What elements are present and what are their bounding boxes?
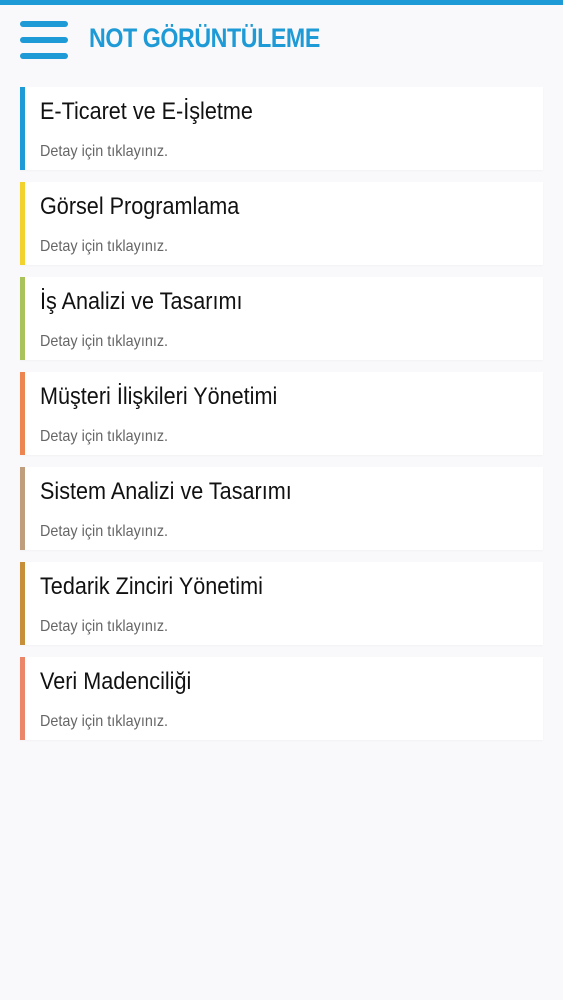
course-detail-link[interactable]: Detay için tıklayınız. bbox=[40, 428, 168, 446]
course-card-musteri-iliskileri[interactable]: Müşteri İlişkileri Yönetimi Detay için t… bbox=[20, 372, 543, 455]
course-card-e-ticaret[interactable]: E-Ticaret ve E-İşletme Detay için tıklay… bbox=[20, 87, 543, 170]
course-title: Müşteri İlişkileri Yönetimi bbox=[40, 383, 278, 410]
course-detail-link[interactable]: Detay için tıklayınız. bbox=[40, 713, 168, 731]
page-title: NOT GÖRÜNTÜLEME bbox=[89, 23, 320, 53]
course-title: Sistem Analizi ve Tasarımı bbox=[40, 478, 292, 505]
course-detail-link[interactable]: Detay için tıklayınız. bbox=[40, 333, 168, 351]
course-detail-link[interactable]: Detay için tıklayınız. bbox=[40, 618, 168, 636]
course-card-veri-madenciligi[interactable]: Veri Madenciliği Detay için tıklayınız. bbox=[20, 657, 543, 740]
course-card-is-analizi[interactable]: İş Analizi ve Tasarımı Detay için tıklay… bbox=[20, 277, 543, 360]
course-color-bar bbox=[20, 467, 25, 550]
course-color-bar bbox=[20, 87, 25, 170]
course-card-tedarik-zinciri[interactable]: Tedarik Zinciri Yönetimi Detay için tıkl… bbox=[20, 562, 543, 645]
course-detail-link[interactable]: Detay için tıklayınız. bbox=[40, 238, 168, 256]
course-title: Veri Madenciliği bbox=[40, 668, 192, 695]
hamburger-menu-icon[interactable] bbox=[20, 21, 68, 61]
course-card-sistem-analizi[interactable]: Sistem Analizi ve Tasarımı Detay için tı… bbox=[20, 467, 543, 550]
course-title: Görsel Programlama bbox=[40, 193, 240, 220]
course-list: E-Ticaret ve E-İşletme Detay için tıklay… bbox=[20, 87, 543, 752]
course-color-bar bbox=[20, 277, 25, 360]
app-header: NOT GÖRÜNTÜLEME bbox=[0, 5, 563, 77]
course-title: Tedarik Zinciri Yönetimi bbox=[40, 573, 263, 600]
course-title: E-Ticaret ve E-İşletme bbox=[40, 98, 253, 125]
course-card-gorsel-programlama[interactable]: Görsel Programlama Detay için tıklayınız… bbox=[20, 182, 543, 265]
course-detail-link[interactable]: Detay için tıklayınız. bbox=[40, 143, 168, 161]
course-color-bar bbox=[20, 372, 25, 455]
course-title: İş Analizi ve Tasarımı bbox=[40, 288, 243, 315]
course-detail-link[interactable]: Detay için tıklayınız. bbox=[40, 523, 168, 541]
course-color-bar bbox=[20, 657, 25, 740]
course-color-bar bbox=[20, 562, 25, 645]
course-color-bar bbox=[20, 182, 25, 265]
